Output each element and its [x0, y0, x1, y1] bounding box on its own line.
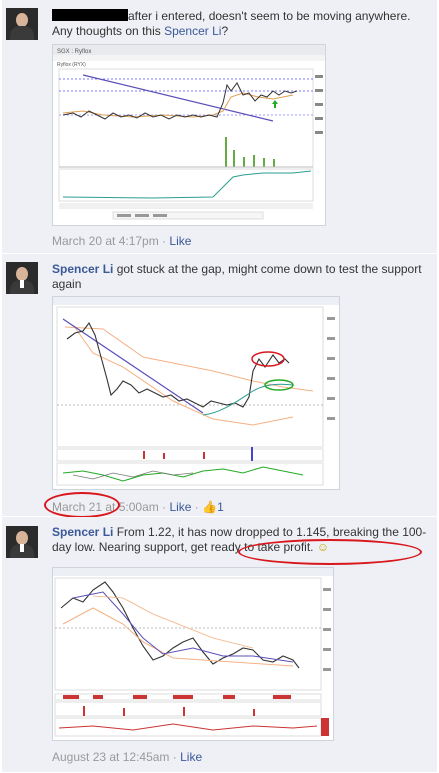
avatar[interactable]: [6, 526, 38, 558]
comment-text: after i entered, doesn't seem to be movi…: [52, 9, 411, 38]
redacted-name: [52, 9, 128, 21]
author-link[interactable]: Spencer Li: [52, 525, 113, 539]
chart-title: Ryflox (RYX): [57, 62, 86, 68]
chart-1-svg: SGX : Ryflox Ryflox (RYX): [53, 45, 325, 220]
stock-chart-image[interactable]: [52, 567, 334, 741]
like-link[interactable]: Like: [169, 234, 191, 248]
author-link[interactable]: Spencer Li: [52, 262, 113, 276]
like-count[interactable]: 👍1: [202, 500, 224, 514]
comment-3: Spencer Li From 1.22, it has now dropped…: [2, 517, 437, 773]
timestamp[interactable]: March 20 at 4:17pm: [52, 234, 159, 248]
avatar[interactable]: [6, 8, 38, 40]
mention-link[interactable]: Spencer Li: [164, 24, 221, 38]
annotation-ellipse: [238, 539, 422, 565]
comment-2: Spencer Li got stuck at the gap, might c…: [2, 254, 437, 518]
comment-1: after i entered, doesn't seem to be movi…: [2, 0, 437, 254]
thumbs-up-icon: 👍: [202, 500, 218, 514]
like-link[interactable]: Like: [169, 500, 191, 514]
comment-meta: March 20 at 4:17pm · Like: [52, 234, 192, 248]
stock-chart-image[interactable]: [52, 296, 340, 490]
timestamp[interactable]: August 23 at 12:45am: [52, 750, 169, 764]
chart-header: SGX : Ryflox: [57, 49, 91, 55]
like-link[interactable]: Like: [180, 750, 202, 764]
comment-meta: August 23 at 12:45am · Like: [52, 750, 203, 764]
chart-3-svg: [53, 568, 333, 737]
chart-2-svg: [53, 297, 339, 486]
avatar[interactable]: [6, 262, 38, 294]
annotation-ellipse: [44, 492, 120, 518]
comment-text: Spencer Li got stuck at the gap, might c…: [52, 262, 422, 291]
stock-chart-image[interactable]: SGX : Ryflox Ryflox (RYX): [52, 44, 326, 226]
